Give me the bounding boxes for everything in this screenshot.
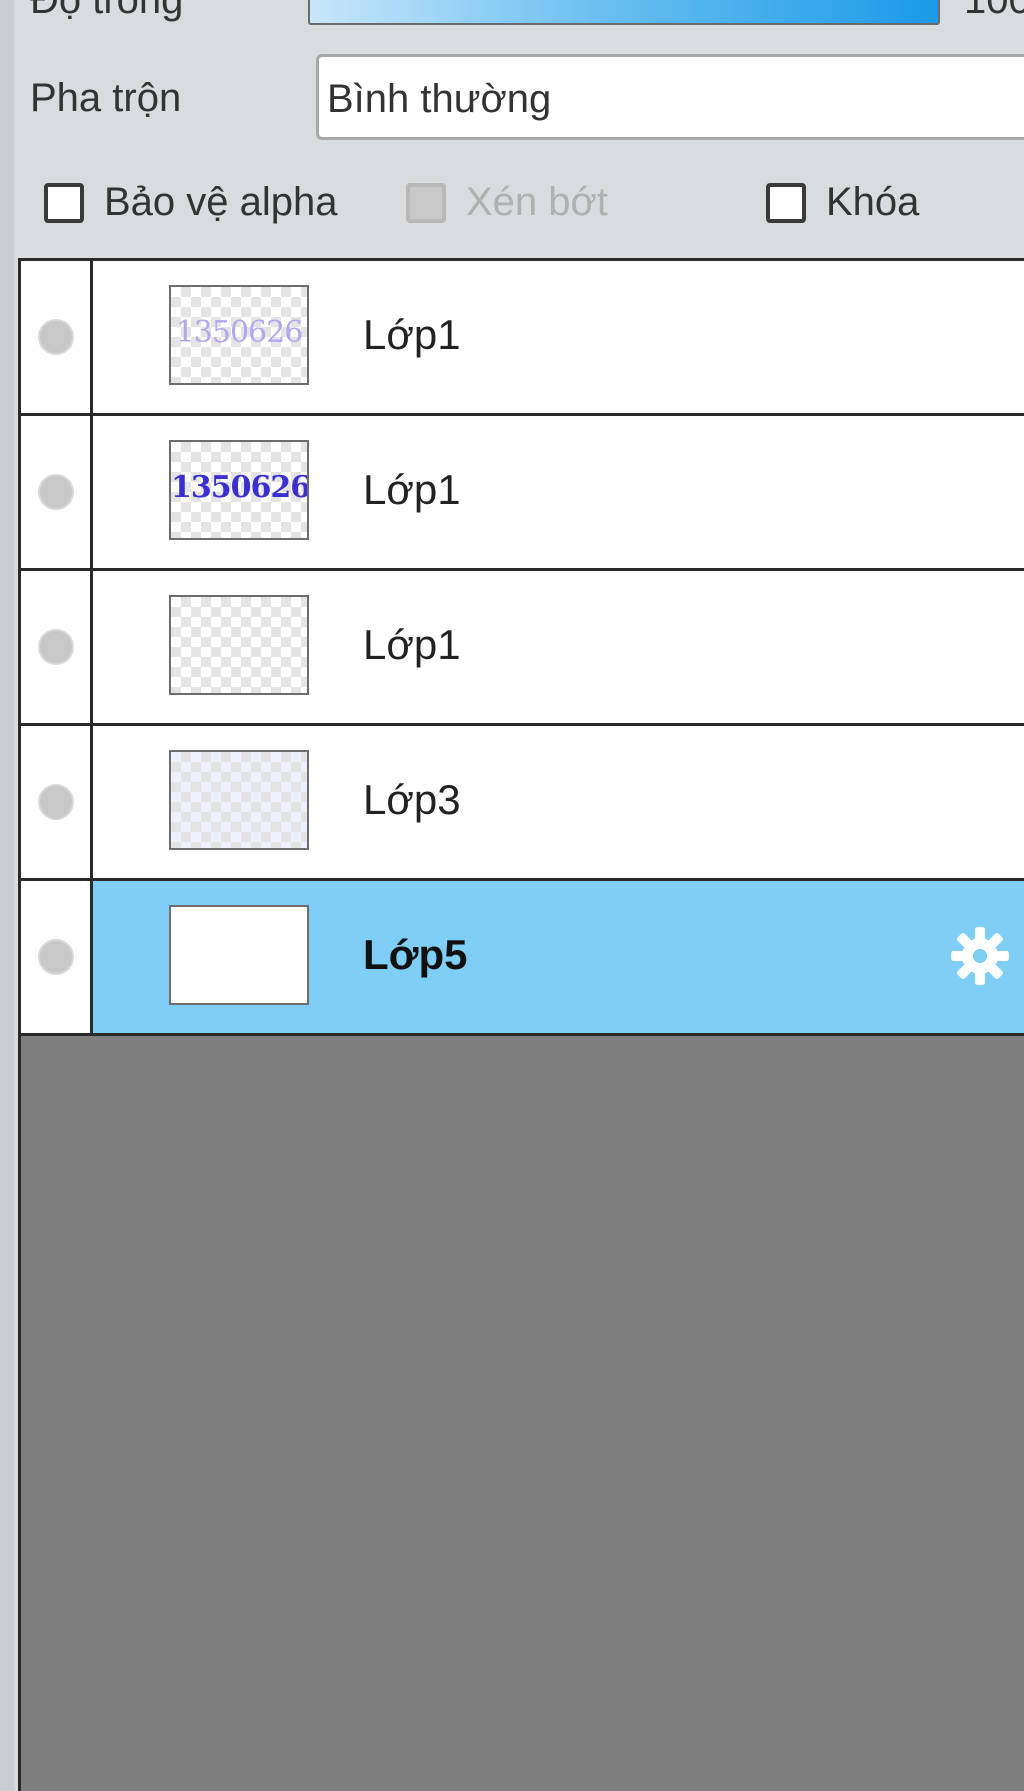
layer-thumbnail-text: 1350626 [171,470,309,505]
layer-thumbnail: 1350626 [169,440,309,540]
layer-name: Lớp1 [363,311,461,358]
gear-icon[interactable] [947,923,1013,989]
blend-mode-label: Pha trộn [30,76,182,120]
visibility-dot-icon[interactable] [38,319,74,355]
layer-thumbnail: 1350626 [169,285,309,385]
visibility-dot-icon[interactable] [38,784,74,820]
blend-mode-value: Bình thường [327,77,552,121]
layer-options-row: Bảo vệ alpha Xén bớt Khóa [0,180,1024,232]
visibility-cell[interactable] [21,571,93,723]
clip-label: Xén bớt [466,180,608,224]
protect-alpha-option[interactable]: Bảo vệ alpha [44,180,338,225]
visibility-cell[interactable] [21,416,93,568]
layer-thumbnail [169,595,309,695]
opacity-value: 100 [964,0,1024,22]
layer-main[interactable]: Lớp3 [93,726,1024,878]
layer-row[interactable]: Lớp1 [21,568,1024,723]
layers-list[interactable]: 1350626 Lớp1 1350626 Lớp1 Lớp1 Lớp3 Lớp5 [18,258,1024,1791]
layer-name: Lớp1 [363,621,461,668]
protect-alpha-checkbox[interactable] [44,182,84,223]
lock-checkbox[interactable] [766,182,806,223]
layer-main[interactable]: Lớp5 [93,881,1024,1033]
opacity-slider[interactable] [308,0,940,25]
layer-row[interactable]: 1350626 Lớp1 [21,258,1024,413]
layer-main[interactable]: 1350626 Lớp1 [93,261,1024,413]
visibility-cell[interactable] [21,881,93,1033]
protect-alpha-label: Bảo vệ alpha [104,180,338,224]
layer-row[interactable]: Lớp3 [21,723,1024,878]
layer-thumbnail-text: 1350626 [175,315,304,350]
visibility-cell[interactable] [21,726,93,878]
clip-checkbox [406,182,446,223]
lock-label: Khóa [826,180,920,224]
layer-thumbnail [169,905,309,1005]
layer-main[interactable]: 1350626 Lớp1 [93,416,1024,568]
visibility-cell[interactable] [21,261,93,413]
blend-mode-select[interactable]: Bình thường [316,54,1024,140]
panel-left-edge [0,0,14,1791]
visibility-dot-icon[interactable] [38,474,74,510]
layer-main[interactable]: Lớp1 [93,571,1024,723]
layer-row[interactable]: 1350626 Lớp1 [21,413,1024,568]
layer-name: Lớp1 [363,466,461,513]
visibility-dot-icon[interactable] [38,939,74,975]
visibility-dot-icon[interactable] [38,629,74,665]
layer-name: Lớp5 [363,931,468,978]
lock-option[interactable]: Khóa [766,180,919,225]
layer-row-selected[interactable]: Lớp5 [21,878,1024,1036]
opacity-label: Độ trong [30,0,184,22]
layer-name: Lớp3 [363,776,461,823]
clip-option: Xén bớt [406,180,608,225]
opacity-row: Độ trong 100 [0,0,1024,40]
layer-thumbnail [169,750,309,850]
